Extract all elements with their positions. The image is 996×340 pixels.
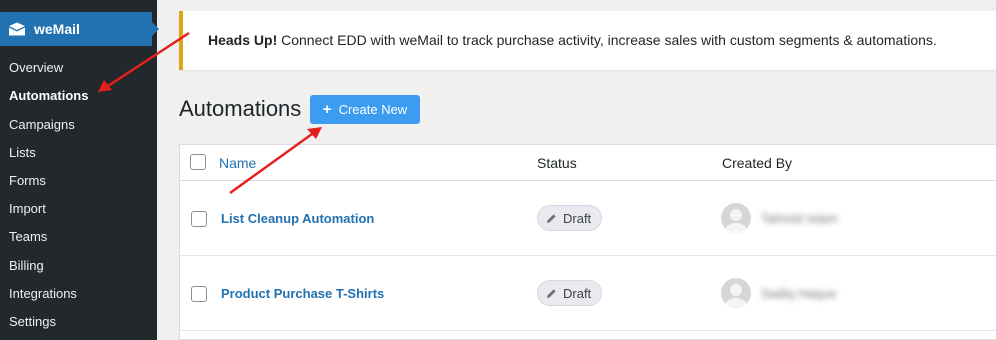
automations-table: Name Status Created By List Cleanup Auto… [179, 144, 996, 340]
pencil-icon [546, 288, 557, 299]
column-created-by-header: Created By [722, 155, 793, 171]
sidebar-item-import[interactable]: Import [9, 201, 46, 216]
column-status-header: Status [537, 155, 577, 171]
admin-sidebar: weMail Overview Automations Campaigns Li… [0, 0, 159, 340]
sidebar-item-forms[interactable]: Forms [9, 173, 46, 188]
row-checkbox[interactable] [191, 211, 207, 227]
sidebar-brand-label: weMail [34, 21, 80, 37]
notice-text: Heads Up! Connect EDD with weMail to tra… [208, 32, 937, 48]
column-name-header[interactable]: Name [219, 155, 256, 171]
envelope-icon [8, 20, 26, 38]
status-label: Draft [563, 210, 592, 226]
sidebar-item-lists[interactable]: Lists [9, 145, 36, 160]
create-new-label: Create New [338, 102, 408, 117]
plus-icon: + [322, 101, 332, 118]
automation-name-link[interactable]: List Cleanup Automation [221, 211, 374, 226]
sidebar-item-settings[interactable]: Settings [9, 314, 56, 329]
sidebar-item-integrations[interactable]: Integrations [9, 286, 77, 301]
table-header: Name Status Created By [180, 145, 996, 181]
sidebar-item-billing[interactable]: Billing [9, 258, 44, 273]
create-new-button[interactable]: + Create New [310, 95, 420, 124]
user-avatar-icon [721, 278, 751, 308]
select-all-checkbox[interactable] [190, 154, 206, 170]
created-by-name: Sadiq Haque [761, 286, 837, 301]
pencil-icon [546, 213, 557, 224]
table-row: List Cleanup Automation Draft Tahmid Isl… [180, 181, 996, 256]
notice-heading: Heads Up! [208, 32, 278, 48]
notice-message: Connect EDD with weMail to track purchas… [277, 32, 937, 48]
sidebar-item-wemail[interactable]: weMail [0, 12, 159, 46]
sidebar-item-automations[interactable]: Automations [9, 88, 88, 103]
row-checkbox[interactable] [191, 286, 207, 302]
status-label: Draft [563, 285, 592, 301]
sidebar-item-overview[interactable]: Overview [9, 60, 63, 75]
user-avatar-icon [721, 203, 751, 233]
status-badge: Draft [537, 205, 602, 231]
sidebar-item-teams[interactable]: Teams [9, 229, 47, 244]
table-row: Product Purchase T-Shirts Draft Sadiq Ha… [180, 256, 996, 331]
edd-notice: Heads Up! Connect EDD with weMail to tra… [179, 11, 996, 70]
page-title: Automations [179, 96, 302, 121]
sidebar-item-campaigns[interactable]: Campaigns [9, 117, 75, 132]
automation-name-link[interactable]: Product Purchase T-Shirts [221, 286, 384, 301]
status-badge: Draft [537, 280, 602, 306]
created-by-name: Tahmid Islam [761, 211, 838, 226]
